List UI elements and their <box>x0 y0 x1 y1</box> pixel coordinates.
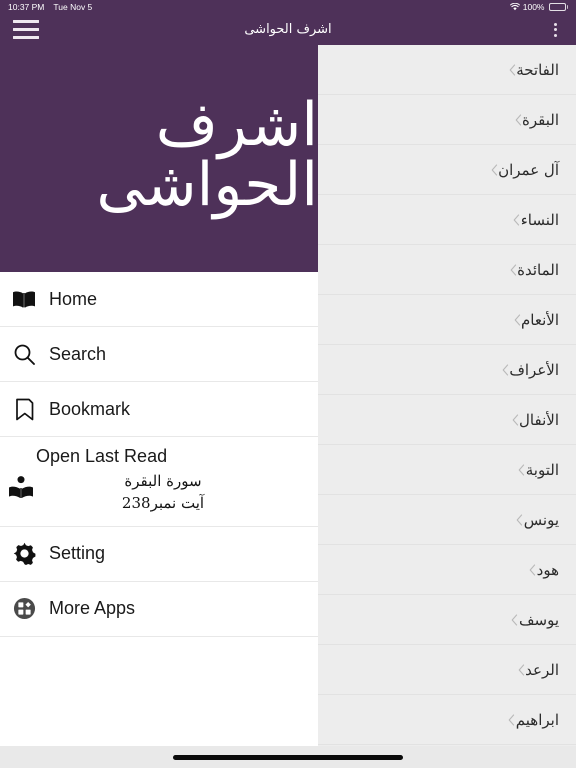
bookmark-icon <box>9 394 39 424</box>
surah-name-label: الأنعام <box>521 310 559 329</box>
surah-list-item[interactable]: المائدة <box>318 245 576 295</box>
surah-name-label: آل عمران <box>498 160 559 179</box>
chevron-right-icon <box>511 613 519 626</box>
surah-name-label: الأنفال <box>519 410 559 429</box>
surah-name-label: البقرة <box>522 110 559 129</box>
drawer-item-more-apps[interactable]: More Apps <box>0 581 318 637</box>
drawer-item-label: Setting <box>49 543 106 563</box>
drawer-item-label: Home <box>49 288 98 309</box>
surah-name-label: الفاتحة <box>516 60 559 79</box>
surah-name-label: التوبة <box>525 460 559 479</box>
chevron-right-icon <box>508 713 516 726</box>
search-icon <box>9 339 39 369</box>
drawer-item-label: Search <box>49 343 107 364</box>
drawer-item-label: More Apps <box>49 598 136 618</box>
surah-name-label: يونس <box>523 510 559 529</box>
chevron-right-icon <box>517 663 525 676</box>
surah-list-item[interactable]: هود <box>318 545 576 595</box>
surah-list-item[interactable]: آل عمران <box>318 145 576 195</box>
drawer-brand-header: اشرف الحواشی <box>0 45 318 272</box>
surah-list-item[interactable]: يونس <box>318 495 576 545</box>
chevron-right-icon <box>509 263 517 276</box>
surah-name-label: النساء <box>520 210 559 229</box>
kebab-menu-icon[interactable] <box>547 20 563 40</box>
last-read-title: Open Last Read <box>36 446 168 466</box>
surah-name-label: يوسف <box>518 610 559 629</box>
navigation-drawer: اشرف الحواشی Home Search Bookmark Open L… <box>0 45 318 768</box>
chevron-right-icon <box>513 313 521 326</box>
drawer-item-setting[interactable]: Setting <box>0 526 318 582</box>
chevron-right-icon <box>508 63 516 76</box>
chevron-right-icon <box>511 413 519 426</box>
last-read-body: سورة البقرة آیت نمبر238 <box>0 471 318 515</box>
page-title: اشرف الحواشی <box>244 22 332 37</box>
surah-list-item[interactable]: الأنفال <box>318 395 576 445</box>
person-reading-icon <box>6 471 36 505</box>
surah-list-item[interactable]: الأعراف <box>318 345 576 395</box>
last-read-position: سورة البقرة آیت نمبر238 <box>36 471 318 515</box>
wifi-icon <box>509 3 520 11</box>
surah-name-label: الرعد <box>525 660 559 679</box>
status-bar-right: 100% <box>509 2 568 12</box>
drawer-item-home[interactable]: Home <box>0 272 318 327</box>
surah-name-label: الأعراف <box>509 360 559 379</box>
battery-icon <box>548 3 568 11</box>
chevron-right-icon <box>529 563 537 576</box>
status-date: Tue Nov 5 <box>53 2 93 12</box>
surah-name-label: المائدة <box>517 260 559 279</box>
drawer-item-bookmark[interactable]: Bookmark <box>0 382 318 437</box>
grid-apps-icon <box>9 594 39 624</box>
top-navigation-bar: اشرف الحواشی <box>0 14 576 45</box>
drawer-item-label: Bookmark <box>49 398 131 419</box>
chevron-right-icon <box>514 113 522 126</box>
surah-name-label: ابراهيم <box>515 710 559 729</box>
surah-list-item[interactable]: الأنعام <box>318 295 576 345</box>
status-bar: 10:37 PM Tue Nov 5 100% <box>0 0 576 14</box>
last-read-ayah: آیت نمبر238 <box>121 493 205 512</box>
gear-icon <box>9 539 39 569</box>
surah-list-panel[interactable]: الفاتحة البقرة آل عمران النساء المائدة الأنعا… <box>318 45 576 768</box>
surah-list-item[interactable]: النساء <box>318 195 576 245</box>
drawer-item-open-last-read[interactable]: Open Last Read سورة البقرة آیت نمبر238 <box>0 437 318 527</box>
chevron-right-icon <box>513 213 521 226</box>
surah-name-label: هود <box>536 560 559 579</box>
chevron-right-icon <box>490 163 498 176</box>
battery-percent-label: 100% <box>522 2 545 12</box>
chevron-right-icon <box>518 463 526 476</box>
surah-list-item[interactable]: ابراهيم <box>318 695 576 745</box>
open-book-icon <box>9 284 39 314</box>
status-bar-left: 10:37 PM Tue Nov 5 <box>8 2 92 12</box>
surah-list-item[interactable]: البقرة <box>318 95 576 145</box>
surah-list-item[interactable]: الرعد <box>318 645 576 695</box>
last-read-surah: سورة البقرة <box>124 472 202 490</box>
surah-list-item[interactable]: يوسف <box>318 595 576 645</box>
app-root: 10:37 PM Tue Nov 5 100% اشرف الحواشی اشر… <box>0 0 576 768</box>
drawer-item-search[interactable]: Search <box>0 327 318 382</box>
drawer-menu-list: Home Search Bookmark Open Last Read سورة… <box>0 272 318 637</box>
chevron-right-icon <box>516 513 524 526</box>
surah-rows-container: الفاتحة البقرة آل عمران النساء المائدة الأنعا… <box>318 45 576 745</box>
chevron-right-icon <box>501 363 509 376</box>
surah-list-item[interactable]: الفاتحة <box>318 45 576 95</box>
status-time: 10:37 PM <box>8 2 45 12</box>
hamburger-menu-icon[interactable] <box>13 20 39 39</box>
surah-list-item[interactable]: التوبة <box>318 445 576 495</box>
brand-title: اشرف الحواشی <box>96 89 318 220</box>
